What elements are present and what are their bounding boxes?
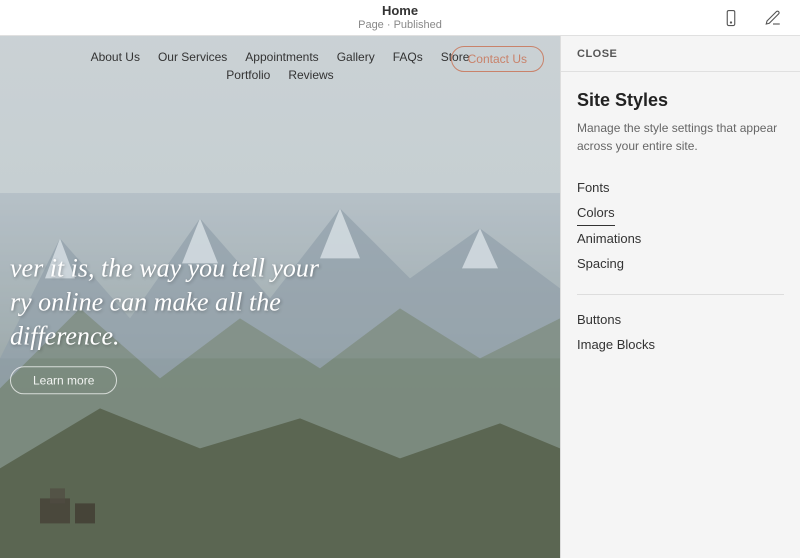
- page-info: Home Page · Published: [358, 3, 442, 32]
- close-button[interactable]: CLOSE: [577, 48, 617, 60]
- panel-divider: [577, 294, 784, 295]
- panel-item-buttons[interactable]: Buttons: [577, 307, 784, 332]
- nav-gallery[interactable]: Gallery: [337, 50, 375, 64]
- nav-about[interactable]: About Us: [91, 50, 140, 64]
- panel-title: Site Styles: [577, 90, 784, 111]
- nav-links-row2: Portfolio Reviews: [226, 68, 333, 82]
- top-bar-icons: [716, 3, 788, 33]
- learn-more-button[interactable]: Learn more: [10, 367, 117, 395]
- panel-section-1: Fonts Colors Animations Spacing: [577, 175, 784, 276]
- panel-item-colors[interactable]: Colors: [577, 200, 615, 226]
- panel-top-bar: CLOSE: [561, 36, 800, 72]
- nav-faqs[interactable]: FAQs: [393, 50, 423, 64]
- nav-services[interactable]: Our Services: [158, 50, 227, 64]
- preview-area: About Us Our Services Appointments Galle…: [0, 36, 560, 558]
- panel-content: Site Styles Manage the style settings th…: [561, 72, 800, 558]
- hero-heading: ver it is, the way you tell your ry onli…: [10, 251, 319, 352]
- panel-description: Manage the style settings that appear ac…: [577, 119, 784, 155]
- right-panel: CLOSE Site Styles Manage the style setti…: [560, 36, 800, 558]
- contact-us-button[interactable]: Contact Us: [451, 46, 544, 72]
- page-status: Page · Published: [358, 19, 442, 32]
- page-title: Home: [358, 3, 442, 19]
- panel-item-spacing[interactable]: Spacing: [577, 251, 784, 276]
- panel-item-image-blocks[interactable]: Image Blocks: [577, 332, 784, 357]
- hero-text: ver it is, the way you tell your ry onli…: [0, 251, 329, 394]
- nav-appointments[interactable]: Appointments: [245, 50, 318, 64]
- panel-section-2: Buttons Image Blocks: [577, 307, 784, 357]
- site-nav: About Us Our Services Appointments Galle…: [0, 36, 560, 90]
- main-area: About Us Our Services Appointments Galle…: [0, 36, 800, 558]
- panel-item-fonts[interactable]: Fonts: [577, 175, 784, 200]
- panel-item-animations[interactable]: Animations: [577, 226, 784, 251]
- mobile-preview-icon[interactable]: [716, 3, 746, 33]
- nav-portfolio[interactable]: Portfolio: [226, 68, 270, 82]
- edit-icon[interactable]: [758, 3, 788, 33]
- nav-reviews[interactable]: Reviews: [288, 68, 333, 82]
- top-bar: Home Page · Published: [0, 0, 800, 36]
- nav-links-row1: About Us Our Services Appointments Galle…: [91, 50, 470, 64]
- hero-background: About Us Our Services Appointments Galle…: [0, 36, 560, 558]
